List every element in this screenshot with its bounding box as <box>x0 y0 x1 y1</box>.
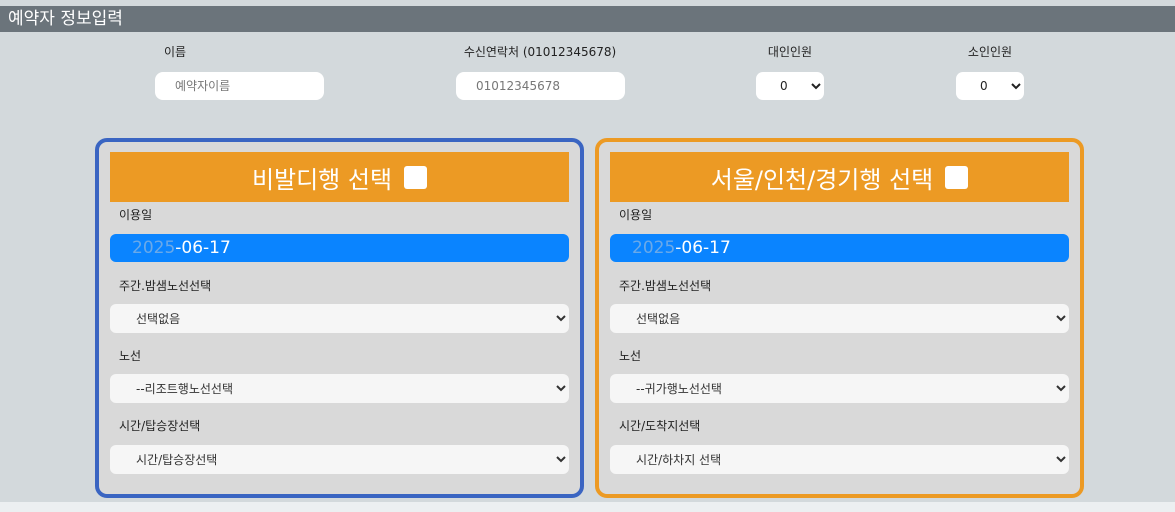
route-type-label: 주간.밤샘노선선택 <box>119 279 212 293</box>
route-select[interactable]: --귀가행노선선택 <box>610 374 1069 403</box>
name-input[interactable] <box>155 72 324 100</box>
date-label: 이용일 <box>119 208 153 222</box>
date-year: 2025 <box>132 238 176 258</box>
route-label: 노선 <box>119 349 142 363</box>
phone-input[interactable] <box>456 72 625 100</box>
page-title: 예약자 정보입력 <box>8 9 123 29</box>
children-select[interactable]: 0 <box>956 72 1024 100</box>
panel-seoul: 서울/인천/경기행 선택 이용일 2025-06-17 주간.밤샘노선선택 선택… <box>595 138 1084 498</box>
date-year: 2025 <box>632 238 676 258</box>
panel-seoul-title: 서울/인천/경기행 선택 <box>710 165 934 194</box>
adults-label: 대인인원 <box>767 45 813 59</box>
time-label: 시간/탑승장선택 <box>119 419 201 433</box>
panel-vivaldi-checkbox[interactable] <box>404 165 428 189</box>
name-label: 이름 <box>163 45 187 59</box>
panel-seoul-banner: 서울/인천/경기행 선택 <box>610 152 1069 202</box>
panel-seoul-checkbox[interactable] <box>945 165 969 189</box>
phone-label: 수신연락처 (01012345678) <box>463 45 617 59</box>
time-select[interactable]: 시간/하차지 선택 <box>610 445 1069 474</box>
route-type-select[interactable]: 선택없음 <box>110 304 569 333</box>
panel-vivaldi: 비발디행 선택 이용일 2025-06-17 주간.밤샘노선선택 선택없음 노선… <box>95 138 584 498</box>
adults-select[interactable]: 0 <box>756 72 824 100</box>
date-month-day: -06-17 <box>675 238 731 258</box>
date-label: 이용일 <box>619 208 653 222</box>
route-label: 노선 <box>619 349 642 363</box>
date-picker[interactable]: 2025-06-17 <box>110 234 569 262</box>
time-select[interactable]: 시간/탑승장선택 <box>110 445 569 474</box>
route-type-select[interactable]: 선택없음 <box>610 304 1069 333</box>
bottom-strip <box>0 502 1175 512</box>
section-header: 예약자 정보입력 <box>0 6 1175 32</box>
date-month-day: -06-17 <box>175 238 231 258</box>
time-label: 시간/도착지선택 <box>619 419 701 433</box>
children-label: 소인인원 <box>967 45 1013 59</box>
route-type-label: 주간.밤샘노선선택 <box>619 279 712 293</box>
panel-vivaldi-title: 비발디행 선택 <box>251 165 393 194</box>
route-select[interactable]: --리조트행노선선택 <box>110 374 569 403</box>
date-picker[interactable]: 2025-06-17 <box>610 234 1069 262</box>
panel-vivaldi-banner: 비발디행 선택 <box>110 152 569 202</box>
